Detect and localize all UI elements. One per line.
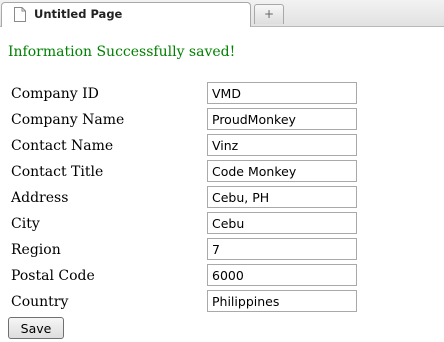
contact-title-input[interactable] [207,160,357,182]
company-id-input[interactable] [207,82,357,104]
browser-tab-strip: Untitled Page + [0,0,444,27]
new-tab-button[interactable]: + [254,4,284,24]
city-input[interactable] [207,212,357,234]
city-label: City [11,216,40,232]
tab-title: Untitled Page [34,7,123,21]
country-input[interactable] [207,290,357,312]
address-label: Address [11,190,69,206]
browser-tab[interactable]: Untitled Page [1,2,251,27]
address-input[interactable] [207,186,357,208]
company-id-label: Company ID [11,86,99,102]
company-name-label: Company Name [11,112,125,128]
contact-name-input[interactable] [207,134,357,156]
region-label: Region [11,242,61,258]
contact-title-label: Contact Title [11,164,104,180]
company-name-input[interactable] [207,108,357,130]
country-label: Country [11,294,69,310]
region-input[interactable] [207,238,357,260]
page-icon [14,7,26,27]
save-button[interactable]: Save [8,317,64,339]
postal-code-input[interactable] [207,264,357,286]
contact-name-label: Contact Name [11,138,114,154]
status-message: Information Successfully saved! [8,44,236,60]
postal-code-label: Postal Code [11,268,95,284]
